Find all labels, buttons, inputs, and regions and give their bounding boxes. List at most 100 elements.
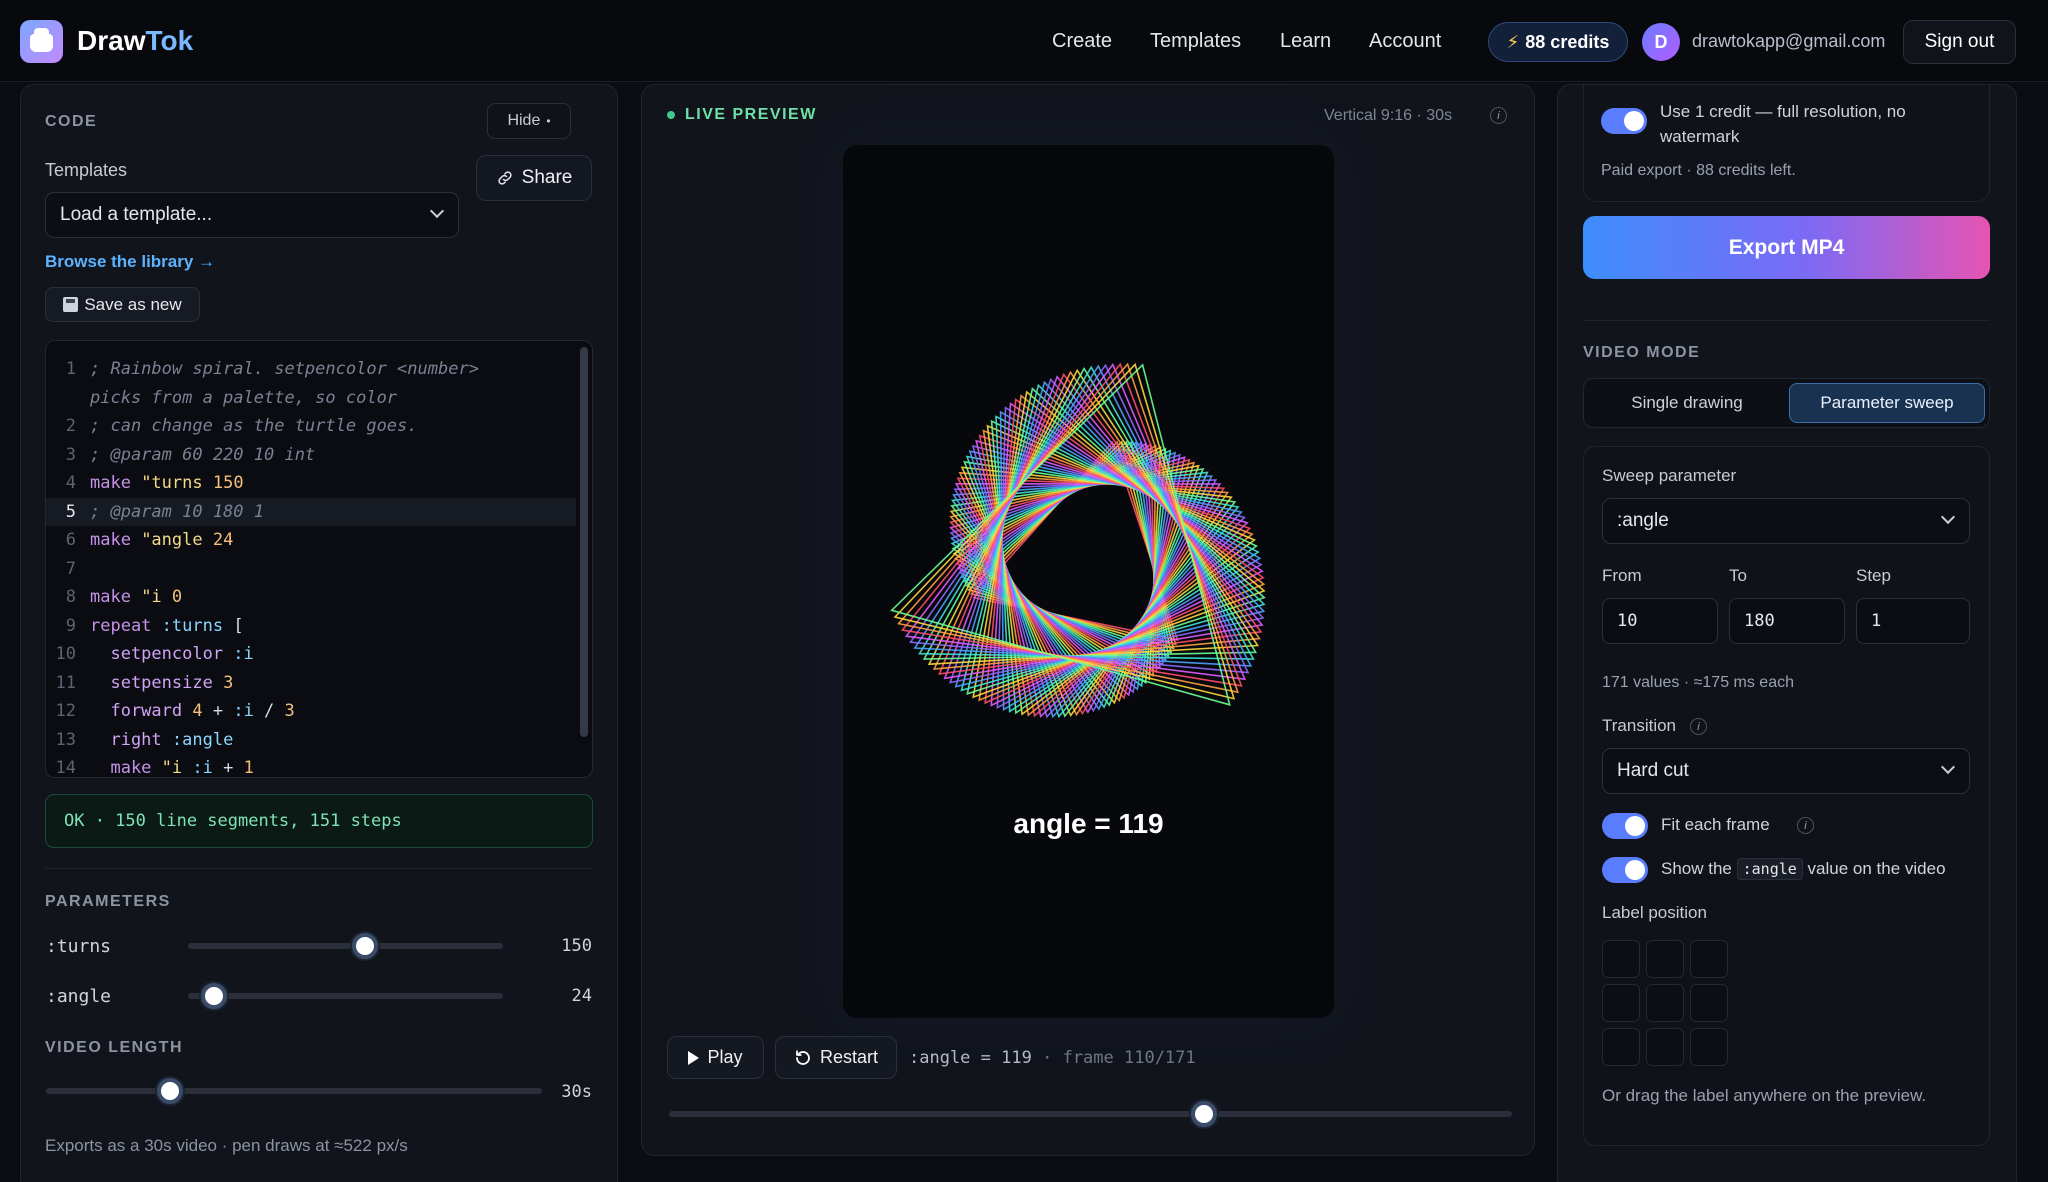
- lightning-icon: ⚡: [1506, 31, 1520, 52]
- editor-scrollbar[interactable]: [580, 347, 588, 737]
- param-angle-label: :angle: [46, 986, 112, 1007]
- line-number: 6: [65, 530, 76, 550]
- label-position-cell[interactable]: [1690, 940, 1728, 978]
- line-number: 10: [55, 644, 76, 664]
- video-overlay-label[interactable]: angle = 119: [843, 808, 1334, 840]
- line-number: 2: [65, 416, 76, 436]
- line-number: 4: [65, 473, 76, 493]
- code-section-title: CODE: [45, 113, 98, 130]
- sweep-to-input[interactable]: 180: [1729, 598, 1845, 644]
- fit-each-frame-toggle[interactable]: [1602, 813, 1648, 839]
- video-preview-canvas[interactable]: [843, 145, 1334, 1018]
- code-editor[interactable]: 14 make "i :i + 1 13 right :angle 12 forwa…: [45, 340, 593, 778]
- user-email: drawtokapp@gmail.com: [1692, 31, 1886, 51]
- drag-label-note: Or drag the label anywhere on the previe…: [1602, 1086, 1927, 1105]
- label-position-cell[interactable]: [1646, 984, 1684, 1022]
- top-nav: DrawTok Create Templates Learn Account ⚡…: [0, 0, 2048, 82]
- param-turns-slider-thumb[interactable]: [352, 933, 379, 959]
- sweep-values-note: 171 values · ≈175 ms each: [1602, 674, 1794, 691]
- param-angle-slider-thumb[interactable]: [200, 983, 227, 1009]
- nav-learn[interactable]: Learn: [1280, 30, 1331, 53]
- scrubber-track[interactable]: [669, 1111, 1512, 1117]
- restart-button[interactable]: Restart: [775, 1036, 897, 1079]
- param-angle-track[interactable]: [188, 993, 503, 999]
- video-length-track[interactable]: [46, 1088, 542, 1094]
- template-select[interactable]: Load a template...: [45, 192, 459, 238]
- code-line[interactable]: 11 setpensize 3: [46, 669, 576, 697]
- video-length-title: VIDEO LENGTH: [45, 1039, 184, 1056]
- line-number: 5: [65, 501, 76, 522]
- tab-parameter-sweep[interactable]: Parameter sweep: [1789, 383, 1985, 423]
- label-position-cell[interactable]: [1646, 940, 1684, 978]
- brand-name[interactable]: DrawTok: [77, 25, 193, 57]
- line-number: 14: [55, 758, 76, 778]
- label-position-cell[interactable]: [1690, 1028, 1728, 1066]
- code-text: setpensize 3: [90, 672, 234, 693]
- floppy-disk-icon: [63, 297, 79, 312]
- sweep-step-input[interactable]: 1: [1856, 598, 1970, 644]
- code-line[interactable]: 8 make "i 0: [46, 583, 576, 611]
- label-position-cell[interactable]: [1690, 984, 1728, 1022]
- line-number: 7: [65, 558, 76, 579]
- sweep-parameter-select[interactable]: :angle: [1602, 498, 1970, 544]
- param-turns-track[interactable]: [188, 943, 503, 949]
- label-position-cell[interactable]: [1602, 1028, 1640, 1066]
- save-as-new-button[interactable]: Save as new: [45, 287, 200, 322]
- avatar[interactable]: D: [1642, 23, 1680, 61]
- chevron-down-icon: [429, 203, 445, 219]
- label-position-cell[interactable]: [1646, 1028, 1684, 1066]
- label-position-title: Label position: [1602, 903, 1707, 922]
- show-value-toggle[interactable]: [1602, 857, 1648, 883]
- code-text: make "i 0: [90, 587, 183, 607]
- code-line[interactable]: 3 ; @param 60 220 10 int: [46, 441, 576, 469]
- format-label: Vertical 9:16 · 30s: [1324, 107, 1453, 124]
- code-line[interactable]: picks from a palette, so color: [46, 384, 576, 412]
- live-preview-title: LIVE PREVIEW: [685, 106, 817, 123]
- nav-account[interactable]: Account: [1369, 30, 1441, 53]
- code-text: make "angle 24: [90, 530, 234, 550]
- code-line[interactable]: 12 forward 4 + :i / 3: [46, 697, 576, 725]
- parameters-title: PARAMETERS: [45, 893, 171, 910]
- nav-create[interactable]: Create: [1052, 30, 1112, 53]
- code-line[interactable]: 13 right :angle: [46, 726, 576, 754]
- drawtok-logo-icon[interactable]: [20, 20, 63, 63]
- code-line[interactable]: 5 ; @param 10 180 1: [46, 497, 576, 526]
- templates-label: Templates: [45, 160, 128, 180]
- code-line[interactable]: 4 make "turns 150: [46, 469, 576, 497]
- code-line[interactable]: 9 repeat :turns [: [46, 612, 576, 640]
- param-turns-value: 150: [561, 936, 592, 956]
- code-text: picks from a palette, so color: [90, 387, 398, 408]
- step-label: Step: [1856, 566, 1891, 585]
- browse-library-link[interactable]: Browse the library →: [45, 252, 215, 272]
- nav-templates[interactable]: Templates: [1150, 30, 1241, 53]
- export-note: Exports as a 30s video · pen draws at ≈5…: [45, 1136, 408, 1155]
- label-position-cell[interactable]: [1602, 940, 1640, 978]
- code-line[interactable]: 1 ; Rainbow spiral. setpencolor <number>: [46, 355, 576, 383]
- code-text: ; @param 60 220 10 int: [90, 444, 316, 465]
- code-text: make "i :i + 1: [90, 758, 254, 778]
- info-icon[interactable]: i: [1690, 718, 1707, 735]
- fit-each-frame-label: Fit each frame: [1661, 815, 1770, 834]
- code-line[interactable]: 6 make "angle 24: [46, 526, 576, 554]
- credits-badge[interactable]: ⚡ 88 credits: [1488, 22, 1628, 62]
- code-line[interactable]: 7: [46, 555, 576, 583]
- label-position-cell[interactable]: [1602, 984, 1640, 1022]
- use-credit-toggle[interactable]: [1601, 108, 1647, 134]
- export-mp4-button[interactable]: Export MP4: [1583, 216, 1990, 279]
- video-length-slider-thumb[interactable]: [157, 1078, 183, 1104]
- share-button[interactable]: Share: [476, 155, 592, 201]
- transition-select[interactable]: Hard cut: [1602, 748, 1970, 794]
- code-text: make "turns 150: [90, 473, 244, 493]
- code-line[interactable]: 10 setpencolor :i: [46, 640, 576, 668]
- transition-label: Transition: [1602, 716, 1677, 735]
- hide-code-button[interactable]: Hide •: [487, 103, 571, 139]
- video-length-value: 30s: [561, 1082, 592, 1102]
- code-line[interactable]: 14 make "i :i + 1: [46, 754, 576, 778]
- code-line[interactable]: 2 ; can change as the turtle goes.: [46, 412, 576, 440]
- info-icon[interactable]: i: [1490, 107, 1507, 124]
- info-icon[interactable]: i: [1797, 817, 1814, 834]
- sweep-from-input[interactable]: 10: [1602, 598, 1718, 644]
- tab-single-drawing[interactable]: Single drawing: [1588, 383, 1786, 423]
- sign-out-button[interactable]: Sign out: [1903, 20, 2016, 64]
- play-button[interactable]: Play: [667, 1036, 764, 1079]
